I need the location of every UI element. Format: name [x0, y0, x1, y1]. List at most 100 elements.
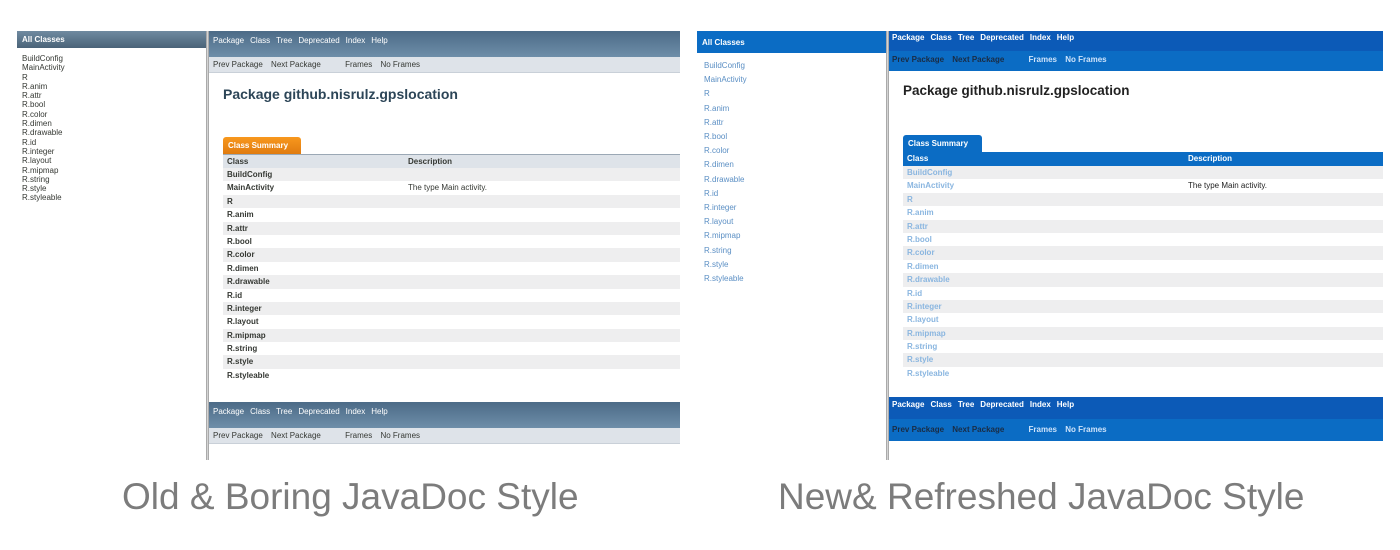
- new-class-name-link[interactable]: R.dimen: [903, 262, 1188, 271]
- new-bottom-nav-link-tree[interactable]: Tree: [958, 400, 974, 409]
- old-class-link-buildconfig[interactable]: BuildConfig: [22, 54, 201, 63]
- new-class-name-link[interactable]: R.mipmap: [903, 329, 1188, 338]
- old-bottom-nav-link-package[interactable]: Package: [213, 407, 244, 416]
- old-class-name-link[interactable]: R.styleable: [223, 371, 408, 380]
- new-class-link-r-anim[interactable]: R.anim: [704, 102, 879, 116]
- new-class-name-link[interactable]: R.id: [903, 289, 1188, 298]
- new-nav-link-deprecated[interactable]: Deprecated: [980, 33, 1024, 42]
- new-bottom-nav-link-class[interactable]: Class: [930, 400, 951, 409]
- old-class-name-link[interactable]: R.layout: [223, 317, 408, 326]
- new-class-name-link[interactable]: R.drawable: [903, 275, 1188, 284]
- old-nav-link-tree[interactable]: Tree: [276, 36, 292, 45]
- new-class-name-link[interactable]: R: [903, 195, 1188, 204]
- old-class-link-r-style[interactable]: R.style: [22, 184, 201, 193]
- new-class-name-link[interactable]: R.styleable: [903, 369, 1188, 378]
- new-bottom-next-package-link[interactable]: Next Package: [952, 425, 1004, 434]
- new-class-link-r-id[interactable]: R.id: [704, 187, 879, 201]
- new-nav-link-index[interactable]: Index: [1030, 33, 1051, 42]
- new-nav-link-class[interactable]: Class: [930, 33, 951, 42]
- old-class-link-r-string[interactable]: R.string: [22, 175, 201, 184]
- new-nav-link-package[interactable]: Package: [892, 33, 924, 42]
- old-nav-link-deprecated[interactable]: Deprecated: [298, 36, 339, 45]
- new-class-link-r-dimen[interactable]: R.dimen: [704, 158, 879, 172]
- old-class-link-r[interactable]: R: [22, 73, 201, 82]
- new-class-name-link[interactable]: MainActivity: [903, 181, 1188, 190]
- new-bottom-frames-link[interactable]: Frames: [1029, 425, 1057, 434]
- new-class-link-r-mipmap[interactable]: R.mipmap: [704, 229, 879, 243]
- old-frames-link[interactable]: Frames: [345, 60, 372, 69]
- old-nav-link-help[interactable]: Help: [371, 36, 387, 45]
- new-nav-link-help[interactable]: Help: [1057, 33, 1074, 42]
- new-class-name-link[interactable]: R.integer: [903, 302, 1188, 311]
- new-class-link-r[interactable]: R: [704, 87, 879, 101]
- new-class-name-link[interactable]: R.layout: [903, 315, 1188, 324]
- new-bottom-no-frames-link[interactable]: No Frames: [1065, 425, 1106, 434]
- old-nav-link-class[interactable]: Class: [250, 36, 270, 45]
- old-bottom-nav-link-deprecated[interactable]: Deprecated: [298, 407, 339, 416]
- new-class-link-r-bool[interactable]: R.bool: [704, 130, 879, 144]
- old-class-link-r-dimen[interactable]: R.dimen: [22, 119, 201, 128]
- new-class-name-link[interactable]: BuildConfig: [903, 168, 1188, 177]
- new-class-link-r-drawable[interactable]: R.drawable: [704, 173, 879, 187]
- new-class-name-link[interactable]: R.bool: [903, 235, 1188, 244]
- old-class-link-r-drawable[interactable]: R.drawable: [22, 128, 201, 137]
- new-class-link-r-color[interactable]: R.color: [704, 144, 879, 158]
- old-class-link-r-layout[interactable]: R.layout: [22, 156, 201, 165]
- old-bottom-nav-link-tree[interactable]: Tree: [276, 407, 292, 416]
- old-class-name-link[interactable]: R.bool: [223, 237, 408, 246]
- new-class-link-r-layout[interactable]: R.layout: [704, 215, 879, 229]
- old-class-name-link[interactable]: R.attr: [223, 224, 408, 233]
- new-nav-link-tree[interactable]: Tree: [958, 33, 974, 42]
- old-class-link-r-bool[interactable]: R.bool: [22, 100, 201, 109]
- old-class-link-r-id[interactable]: R.id: [22, 138, 201, 147]
- new-bottom-nav-link-index[interactable]: Index: [1030, 400, 1051, 409]
- new-class-name-link[interactable]: R.style: [903, 355, 1188, 364]
- new-bottom-nav-link-package[interactable]: Package: [892, 400, 924, 409]
- old-class-name-link[interactable]: R.anim: [223, 210, 408, 219]
- old-class-link-mainactivity[interactable]: MainActivity: [22, 63, 201, 72]
- old-class-link-r-integer[interactable]: R.integer: [22, 147, 201, 156]
- old-class-name-link[interactable]: R.drawable: [223, 277, 408, 286]
- new-class-name-link[interactable]: R.anim: [903, 208, 1188, 217]
- new-bottom-nav-link-help[interactable]: Help: [1057, 400, 1074, 409]
- new-class-name-link[interactable]: R.string: [903, 342, 1188, 351]
- new-prev-package-link[interactable]: Prev Package: [892, 55, 944, 64]
- old-class-name-link[interactable]: R.mipmap: [223, 331, 408, 340]
- old-bottom-next-package-link[interactable]: Next Package: [271, 431, 321, 440]
- old-nav-link-package[interactable]: Package: [213, 36, 244, 45]
- new-bottom-nav-link-deprecated[interactable]: Deprecated: [980, 400, 1024, 409]
- new-next-package-link[interactable]: Next Package: [952, 55, 1004, 64]
- new-class-link-r-string[interactable]: R.string: [704, 244, 879, 258]
- new-bottom-prev-package-link[interactable]: Prev Package: [892, 425, 944, 434]
- old-class-name-link[interactable]: R.integer: [223, 304, 408, 313]
- old-class-name-link[interactable]: BuildConfig: [223, 170, 408, 179]
- old-bottom-nav-link-class[interactable]: Class: [250, 407, 270, 416]
- old-bottom-nav-link-index[interactable]: Index: [346, 407, 366, 416]
- old-bottom-nav-link-help[interactable]: Help: [371, 407, 387, 416]
- new-frames-link[interactable]: Frames: [1029, 55, 1057, 64]
- old-no-frames-link[interactable]: No Frames: [380, 60, 420, 69]
- new-no-frames-link[interactable]: No Frames: [1065, 55, 1106, 64]
- new-class-link-r-styleable[interactable]: R.styleable: [704, 272, 879, 286]
- new-class-link-mainactivity[interactable]: MainActivity: [704, 73, 879, 87]
- old-class-name-link[interactable]: R.dimen: [223, 264, 408, 273]
- new-class-name-link[interactable]: R.color: [903, 248, 1188, 257]
- new-class-link-r-style[interactable]: R.style: [704, 258, 879, 272]
- new-class-link-r-attr[interactable]: R.attr: [704, 116, 879, 130]
- new-class-link-r-integer[interactable]: R.integer: [704, 201, 879, 215]
- old-prev-package-link[interactable]: Prev Package: [213, 60, 263, 69]
- old-class-link-r-mipmap[interactable]: R.mipmap: [22, 166, 201, 175]
- old-class-link-r-attr[interactable]: R.attr: [22, 91, 201, 100]
- old-class-name-link[interactable]: R.id: [223, 291, 408, 300]
- old-next-package-link[interactable]: Next Package: [271, 60, 321, 69]
- old-bottom-no-frames-link[interactable]: No Frames: [380, 431, 420, 440]
- old-class-link-r-styleable[interactable]: R.styleable: [22, 193, 201, 202]
- new-class-name-link[interactable]: R.attr: [903, 222, 1188, 231]
- old-class-name-link[interactable]: MainActivity: [223, 183, 408, 192]
- old-class-link-r-color[interactable]: R.color: [22, 110, 201, 119]
- old-bottom-prev-package-link[interactable]: Prev Package: [213, 431, 263, 440]
- old-class-name-link[interactable]: R.color: [223, 250, 408, 259]
- new-class-link-buildconfig[interactable]: BuildConfig: [704, 59, 879, 73]
- old-class-name-link[interactable]: R.string: [223, 344, 408, 353]
- old-bottom-frames-link[interactable]: Frames: [345, 431, 372, 440]
